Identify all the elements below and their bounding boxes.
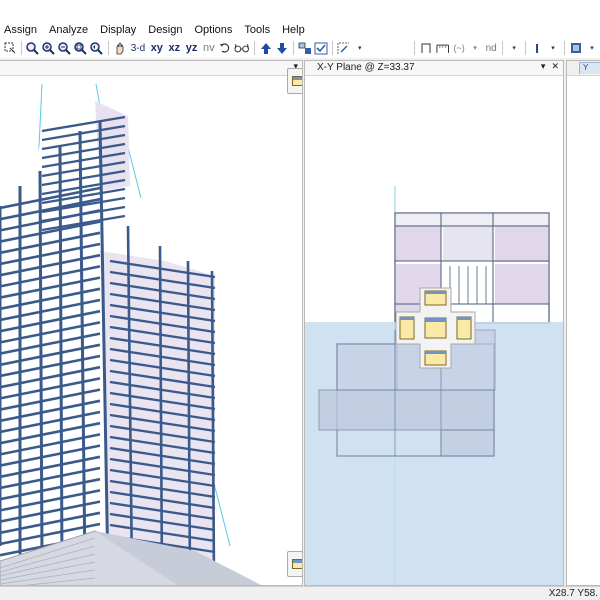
tower-3d-model [0,83,262,585]
toolbar-separator [292,41,294,55]
hinge-icon[interactable]: (~) [451,39,467,57]
move-up-icon[interactable] [258,39,274,57]
rotate-icon[interactable] [217,39,233,57]
slab-area [396,226,441,261]
plan-panel-header: X-Y Plane @ Z=33.37 ▾ ✕ [305,61,563,76]
floor-plan-drawing [305,186,563,585]
toolbar-separator [564,41,566,55]
dock-right-bar [457,317,471,320]
dropdown-arrow-icon[interactable]: ▾ [467,39,483,57]
view-3d-panel: ▾ [0,60,303,586]
nd-button[interactable]: nd [483,39,499,57]
frame-icon[interactable] [434,39,451,57]
slab-area [443,226,493,261]
select-window-icon[interactable] [2,39,18,57]
slab-area [440,429,495,457]
toolbar-separator [253,41,255,55]
plan-view-panel: X-Y Plane @ Z=33.37 ▾ ✕ [304,60,564,586]
dock-right-button[interactable] [456,316,472,340]
line-icon[interactable] [418,39,434,57]
toolbar-separator [525,41,527,55]
menu-help[interactable]: Help [276,24,311,36]
menu-assign[interactable]: Assign [0,24,43,36]
dropdown-arrow-icon[interactable]: ▾ [352,39,368,57]
dock-center-bar [425,318,446,322]
dock-guide-bottom[interactable] [287,551,302,577]
dock-bottom-bar [425,351,446,354]
select-icon[interactable] [297,39,313,57]
slab-area [336,343,398,391]
menu-display[interactable]: Display [94,24,142,36]
dock-left-bar [400,317,414,320]
view-3d-button[interactable]: 3-d [128,39,148,57]
cursor-coordinates: X28.7 Y58. [548,588,598,599]
panel-menu-arrow-icon[interactable]: ▾ [541,61,546,72]
glasses-icon[interactable] [233,39,250,57]
toolbar-separator [21,41,22,55]
status-bar: X28.7 Y58. [0,586,600,600]
plan-top-strip [394,212,550,227]
right-view-panel: Y [566,60,600,586]
view-xz-button[interactable]: xz [166,39,183,57]
slab-area [318,389,495,431]
toolbar-separator [413,41,415,55]
right-view-tab[interactable]: Y [579,62,600,74]
assign-grid-icon[interactable] [336,39,352,57]
slab-area [495,226,548,262]
menu-tools[interactable]: Tools [238,24,276,36]
check-icon[interactable] [313,39,329,57]
plan-view-canvas[interactable] [305,76,563,585]
toolbar-separator [107,41,109,55]
cursor-icon[interactable]: I [529,39,545,57]
view-nv-button[interactable]: nv [200,39,217,57]
right-panel-header: Y [567,61,600,76]
menu-bar: Assign Analyze Display Design Options To… [0,0,600,40]
slab-area [495,264,548,304]
toolbar-separator [331,41,333,55]
dock-left-button[interactable] [399,316,415,340]
column [58,145,64,567]
panel-3d-header: ▾ [0,61,302,76]
dock-slot-icon [292,76,302,86]
pan-icon[interactable] [112,39,128,57]
close-icon[interactable]: ✕ [551,61,559,72]
dock-slot-icon [292,559,302,569]
dropdown-arrow-icon[interactable]: ▾ [506,39,522,57]
model-3d-view[interactable] [0,76,302,585]
dock-top-bar [425,291,446,294]
menu-design[interactable]: Design [142,24,188,36]
dock-guide-top[interactable] [287,68,302,94]
zoom-previous-icon[interactable] [89,39,105,57]
plan-panel-controls: ▾ ✕ [541,61,559,72]
plan-view-title[interactable]: X-Y Plane @ Z=33.37 [317,62,415,73]
zoom-out-icon[interactable] [57,39,73,57]
zoom-window-icon[interactable] [25,39,41,57]
dropdown-arrow-icon[interactable]: ▾ [584,39,600,57]
zoom-extents-icon[interactable] [73,39,89,57]
column [38,170,44,562]
view-yz-button[interactable]: yz [183,39,200,57]
box-icon[interactable] [568,39,584,57]
dropdown-arrow-icon[interactable]: ▾ [545,39,561,57]
view-xy-button[interactable]: xy [148,39,166,57]
app-window: Assign Analyze Display Design Options To… [0,0,600,600]
menu-options[interactable]: Options [189,24,239,36]
menu-row: Assign Analyze Display Design Options To… [0,22,311,38]
toolbar: 3-d xy xz yz nv ▾ (~) ▾ nd ▾ I ▾ ▾ [0,38,600,58]
move-down-icon[interactable] [274,39,290,57]
zoom-in-icon[interactable] [41,39,57,57]
menu-analyze[interactable]: Analyze [43,24,94,36]
toolbar-separator [502,41,504,55]
